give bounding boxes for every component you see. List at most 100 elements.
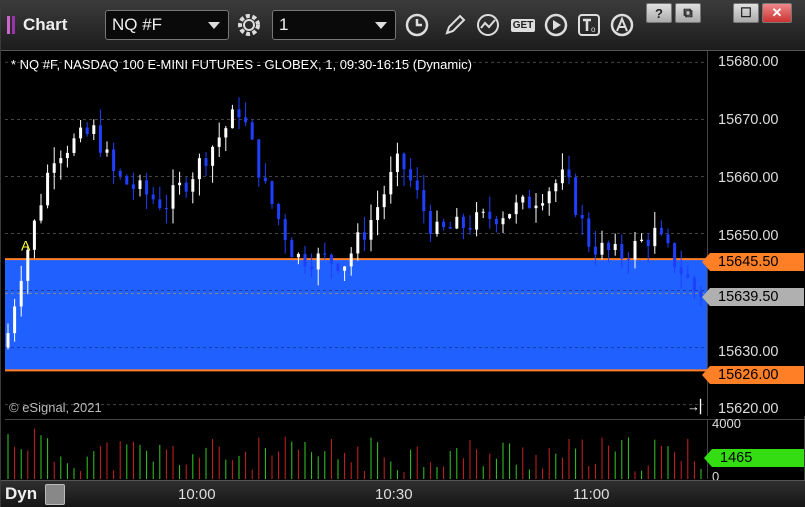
candle-body <box>402 153 406 170</box>
play-replay-icon[interactable] <box>541 11 571 39</box>
price-tick-label: 15660.00 <box>718 170 779 186</box>
candle-body <box>191 179 195 192</box>
candle-body <box>534 205 538 209</box>
candle-body <box>118 170 122 176</box>
esignal-logo-icon <box>7 16 19 34</box>
symbol-combo[interactable]: NQ #F <box>105 10 229 40</box>
candle-body <box>237 109 241 118</box>
candle-body <box>224 128 228 138</box>
candle-body <box>290 240 294 258</box>
candle-body <box>145 180 149 195</box>
candle-body <box>26 249 30 281</box>
candle-body <box>112 149 116 171</box>
restore-button[interactable]: ⧉ <box>675 3 701 23</box>
candle-body <box>197 158 201 180</box>
lower-band-value: 15626.00 <box>718 367 779 383</box>
candle-body <box>46 172 50 206</box>
candle-body <box>32 220 36 250</box>
candle-body <box>164 208 168 210</box>
candle-body <box>303 253 307 267</box>
get-data-icon[interactable]: GET <box>507 11 539 39</box>
lower-band-tag: 15626.00 <box>702 366 804 384</box>
candle-body <box>204 158 208 166</box>
candle-body <box>244 117 248 123</box>
price-tick-label: 15650.00 <box>718 228 779 244</box>
time-tick-label: 10:00 <box>178 486 216 503</box>
candle-body <box>626 258 630 260</box>
candle-body <box>323 253 327 255</box>
alert-icon[interactable] <box>607 11 637 39</box>
candle-body <box>336 263 340 271</box>
dropdown-arrow-icon[interactable] <box>375 22 387 29</box>
candle-body <box>442 221 446 228</box>
candle-body <box>257 139 261 178</box>
pencil-draw-icon[interactable] <box>440 11 470 39</box>
candle-body <box>356 232 360 254</box>
candle-body <box>263 177 267 182</box>
title-bar: Chart NQ #F 1 GET o ? ⧉ ☐ ✕ <box>1 1 805 51</box>
volume-plot-area[interactable] <box>5 419 707 479</box>
volume-tick-top: 4000 <box>712 416 741 431</box>
candle-body <box>574 177 578 215</box>
price-tick-label: 15670.00 <box>718 112 779 128</box>
last-price-tag: 15639.50 <box>702 288 804 306</box>
text-tool-icon[interactable]: o <box>574 11 604 39</box>
candle-body <box>580 214 584 219</box>
candle-body <box>448 227 452 229</box>
range-band <box>5 259 707 371</box>
time-tick-label: 10:30 <box>375 486 413 503</box>
interval-value: 1 <box>279 15 289 34</box>
chart-window: Chart NQ #F 1 GET o ? ⧉ ☐ ✕ A * NQ #F, N… <box>0 0 805 507</box>
candle-body <box>488 211 492 219</box>
candle-body <box>560 169 564 184</box>
last-price-value: 15639.50 <box>718 289 779 305</box>
candle-body <box>455 216 459 229</box>
candle-body <box>171 185 175 209</box>
copyright-label: © eSignal, 2021 <box>9 400 102 415</box>
help-button[interactable]: ? <box>646 3 672 23</box>
candle-body <box>666 234 670 244</box>
candle-body <box>547 191 551 204</box>
lock-icon[interactable] <box>45 484 65 505</box>
candle-body <box>541 203 545 206</box>
volume-last-value: 1465 <box>720 450 753 466</box>
volume-last-tag: 1465 <box>704 449 804 467</box>
dynamic-mode-label[interactable]: Dyn <box>5 484 37 504</box>
candle-body <box>646 239 650 247</box>
chart-description: * NQ #F, NASDAQ 100 E-MINI FUTURES - GLO… <box>11 57 472 72</box>
candle-body <box>310 266 314 270</box>
candle-body <box>151 194 155 200</box>
candle-body <box>409 169 413 181</box>
candle-body <box>316 253 320 270</box>
candle-body <box>79 127 83 139</box>
candle-body <box>283 219 287 241</box>
price-axis[interactable]: 15680.00 15670.00 15660.00 15650.00 1563… <box>702 51 805 417</box>
svg-text:o: o <box>591 25 596 34</box>
candle-body <box>567 169 571 178</box>
price-chart-svg: A <box>5 61 707 406</box>
price-plot-area[interactable]: A <box>5 51 707 416</box>
candle-body <box>98 125 102 153</box>
candle-body <box>508 214 512 219</box>
candle-body <box>428 211 432 234</box>
clock-icon[interactable] <box>402 11 432 39</box>
candle-body <box>679 267 683 275</box>
dropdown-arrow-icon[interactable] <box>208 22 220 29</box>
symbol-value: NQ #F <box>112 15 163 34</box>
candle-body <box>92 125 96 135</box>
time-tick-label: 11:00 <box>573 486 610 503</box>
study-line-icon[interactable] <box>473 11 503 39</box>
maximize-button[interactable]: ☐ <box>733 3 759 23</box>
candle-body <box>600 242 604 255</box>
time-axis-bar[interactable]: Dyn 10:00 10:30 11:00 <box>1 480 805 507</box>
get-label: GET <box>510 18 536 32</box>
interval-combo[interactable]: 1 <box>272 10 396 40</box>
candle-body <box>633 240 637 260</box>
volume-axis[interactable]: 4000 1465 0 <box>704 416 805 484</box>
candle-body <box>494 218 498 225</box>
candle-body <box>184 182 188 192</box>
symbol-settings-gear-icon[interactable] <box>234 11 264 39</box>
candle-body <box>659 227 663 235</box>
close-button[interactable]: ✕ <box>762 3 792 23</box>
candle-body <box>270 181 274 204</box>
